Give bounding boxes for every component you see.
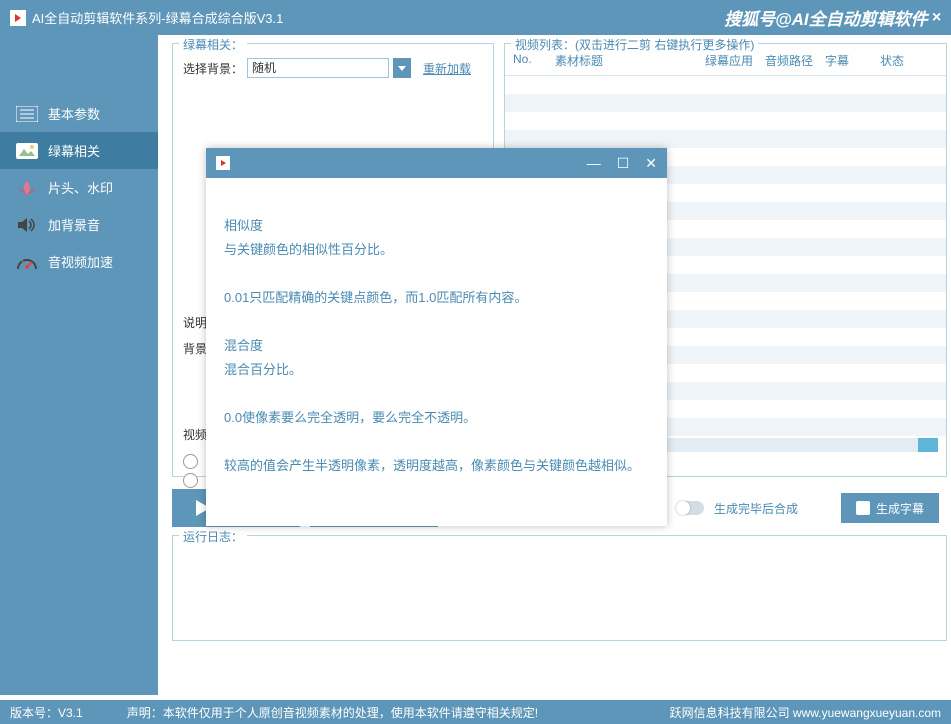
- col-title[interactable]: 素材标题: [555, 52, 705, 69]
- company-text: 跃网信息科技有限公司 www.yuewangxueyuan.com: [670, 704, 941, 721]
- help-text: 0.0使像素要么完全透明，要么完全不透明。: [224, 406, 649, 430]
- list-icon: [16, 105, 38, 123]
- close-icon[interactable]: ✕: [645, 155, 657, 172]
- help-text: 0.01只匹配精确的关键点颜色，而1.0匹配所有内容。: [224, 286, 649, 310]
- col-no[interactable]: No.: [513, 52, 555, 69]
- panel-legend: 运行日志：: [179, 528, 247, 545]
- lotus-icon: [16, 179, 38, 197]
- sidebar-item-bgmusic[interactable]: 加背景音: [0, 206, 158, 243]
- sidebar-item-label: 基本参数: [48, 104, 100, 123]
- version-text: 版本号：V3.1: [10, 704, 83, 721]
- disclaimer-text: 声明：本软件仅用于个人原创音视频素材的处理，使用本软件请遵守相关规定!: [127, 704, 538, 721]
- bg-select[interactable]: 随机: [247, 58, 389, 78]
- help-text: 较高的值会产生半透明像素，透明度越高，像素颜色与关键颜色越相似。: [224, 454, 649, 478]
- app-icon: [216, 156, 230, 170]
- app-title: AI全自动剪辑软件系列-绿幕合成综合版V3.1: [32, 8, 283, 27]
- maximize-icon[interactable]: ☐: [617, 155, 630, 172]
- gauge-icon: [16, 253, 38, 271]
- sidebar: 基本参数 绿幕相关 片头、水印 加背景音 音视频加速: [0, 35, 158, 695]
- dropdown-icon[interactable]: [393, 58, 411, 78]
- sidebar-item-label: 加背景音: [48, 215, 100, 234]
- sidebar-item-greenscreen[interactable]: 绿幕相关: [0, 132, 158, 169]
- help-text: 混合百分比。: [224, 358, 649, 382]
- sidebar-item-label: 片头、水印: [48, 178, 113, 197]
- col-audio[interactable]: 音频路径: [765, 52, 825, 69]
- radio-option-1[interactable]: [183, 454, 198, 469]
- sidebar-item-speed[interactable]: 音视频加速: [0, 243, 158, 280]
- after-done-toggle[interactable]: [676, 501, 704, 515]
- app-icon: [10, 10, 26, 26]
- reload-link[interactable]: 重新加载: [423, 60, 471, 77]
- dialog-titlebar[interactable]: — ☐ ✕: [206, 148, 667, 178]
- help-dialog: — ☐ ✕ 相似度 与关键颜色的相似性百分比。 0.01只匹配精确的关键点颜色，…: [206, 148, 667, 526]
- image-icon: [16, 142, 38, 160]
- close-icon[interactable]: ×: [932, 9, 941, 27]
- help-heading-1: 相似度: [224, 214, 649, 238]
- subtitle-icon: [856, 501, 870, 515]
- title-area: AI全自动剪辑软件系列-绿幕合成综合版V3.1: [10, 8, 283, 27]
- sidebar-item-basic[interactable]: 基本参数: [0, 95, 158, 132]
- speaker-icon: [16, 216, 38, 234]
- panel-legend: 绿幕相关：: [179, 36, 247, 53]
- col-greenscreen[interactable]: 绿幕应用: [705, 52, 765, 69]
- help-heading-2: 混合度: [224, 334, 649, 358]
- log-panel: 运行日志：: [172, 535, 947, 641]
- titlebar: AI全自动剪辑软件系列-绿幕合成综合版V3.1 搜狐号@AI全自动剪辑软件 ×: [0, 0, 951, 35]
- minimize-icon[interactable]: —: [587, 155, 601, 172]
- dialog-body: 相似度 与关键颜色的相似性百分比。 0.01只匹配精确的关键点颜色，而1.0匹配…: [206, 178, 667, 514]
- col-subtitle[interactable]: 字幕: [825, 52, 880, 69]
- toggle-label: 生成完毕后合成: [714, 500, 798, 517]
- sidebar-item-label: 绿幕相关: [48, 141, 100, 160]
- col-status[interactable]: 状态: [880, 52, 920, 69]
- statusbar: 版本号：V3.1 声明：本软件仅用于个人原创音视频素材的处理，使用本软件请遵守相…: [0, 700, 951, 724]
- watermark-text: 搜狐号@AI全自动剪辑软件 ×: [724, 5, 941, 30]
- panel-legend: 视频列表：(双击进行二剪 右键执行更多操作): [511, 36, 758, 53]
- sidebar-item-intro-watermark[interactable]: 片头、水印: [0, 169, 158, 206]
- help-text: 与关键颜色的相似性百分比。: [224, 238, 649, 262]
- sidebar-item-label: 音视频加速: [48, 252, 113, 271]
- generate-subtitle-button[interactable]: 生成字幕: [841, 493, 939, 523]
- bg-label: 选择背景：: [183, 60, 243, 77]
- radio-option-2[interactable]: [183, 473, 198, 488]
